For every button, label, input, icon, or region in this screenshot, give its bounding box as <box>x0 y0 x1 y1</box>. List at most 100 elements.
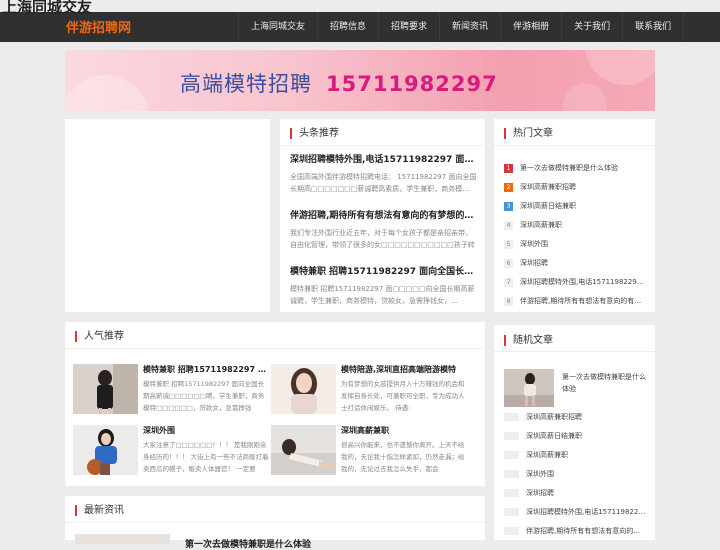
featured-image-slot[interactable] <box>65 119 270 312</box>
nav-item-about[interactable]: 关于我们 <box>561 12 622 42</box>
hot-article-title[interactable]: 第一次去做模特兼职是什么体验 <box>520 163 618 173</box>
hot-article-title[interactable]: 深圳高薪兼职 <box>520 220 562 230</box>
headlines-panel: 头条推荐 深圳招聘模特外围,电话15711982297 面向全国长期高 全国高端… <box>280 119 485 312</box>
hot-article-item[interactable]: 7 深圳招聘模特外围,电话15711982297 面向全国长期高 <box>504 277 644 287</box>
hot-article-title[interactable]: 伴游招聘,期待所有有想法有意向的有梦想的女孩 <box>520 296 644 306</box>
hot-article-item[interactable]: 1 第一次去做模特兼职是什么体验 <box>504 163 644 173</box>
rank-badge: 3 <box>504 201 513 211</box>
rank-badge: 2 <box>504 182 513 192</box>
model-photo-image <box>73 425 138 475</box>
hot-article-title[interactable]: 深圳高薪日结兼职 <box>520 201 576 211</box>
popular-heading: 人气推荐 <box>75 331 124 342</box>
divider <box>280 145 485 146</box>
random-article-title[interactable]: 深圳外围 <box>526 469 554 479</box>
model-photo-image <box>73 364 138 414</box>
site-logo[interactable]: 伴游招聘网 <box>66 17 131 36</box>
headline-item[interactable]: 伴游招聘,期待所有有想法有意向的有梦想的女孩 我们专注外围行业近五年，对于每个女… <box>290 208 478 251</box>
popular-thumbnail[interactable] <box>73 364 138 414</box>
popular-thumbnail[interactable] <box>73 425 138 475</box>
nav-item-news[interactable]: 新闻资讯 <box>439 12 500 42</box>
hot-article-item[interactable]: 3 深圳高薪日结兼职 <box>504 201 644 211</box>
rank-badge: 5 <box>504 239 513 249</box>
rank-badge: 8 <box>504 296 513 306</box>
popular-desc: 大家注意了□□□□□□！！！ 是我刚刚亲身经历的！！！ 大街上有一些不法商贩打着… <box>143 441 269 473</box>
random-article-item[interactable]: 深圳招聘模特外围,电话15711982297 面向全国长期高 <box>504 507 646 517</box>
popular-item[interactable]: 深圳高薪兼职 很高兴你能来，也不遗憾你离开。上天不给我的，无论我十指怎样紧扣，仍… <box>271 425 468 475</box>
divider <box>494 351 655 352</box>
nav-item-album[interactable]: 伴游相册 <box>500 12 561 42</box>
latest-news-thumbnail[interactable] <box>75 534 170 544</box>
popular-title[interactable]: 模特兼职 招聘15711982297 面向全国长期高薪诚聘 <box>143 364 270 375</box>
headlines-heading: 头条推荐 <box>290 128 339 139</box>
recruit-banner[interactable]: 高端模特招聘 15711982297 <box>65 50 655 111</box>
hot-article-title[interactable]: 深圳招聘 <box>520 258 548 268</box>
popular-desc: 为有梦想的女孩提供月入十万赚钱的机会和发挥自身长处，可兼职可全职，专为成功人士打… <box>341 380 465 412</box>
divider <box>65 348 485 349</box>
headline-desc: 模特兼职 招聘15711982297 面□□□□□向全国长期高薪诚聘，学生兼职，… <box>290 285 475 305</box>
popular-panel: 人气推荐 模特兼职 招聘15711982297 面向全国长期高薪诚聘 模特兼职 … <box>65 322 485 486</box>
random-article-title[interactable]: 深圳招聘 <box>526 488 554 498</box>
banner-phone: 15711982297 <box>326 72 498 96</box>
random-featured-article[interactable]: 第一次去做模特兼职是什么体验 <box>504 369 646 409</box>
headline-desc: 我们专注外围行业近五年，对于每个女孩子都是亲招亲带，自由化管理，带领了很多的女□… <box>290 229 475 249</box>
nav-item-home[interactable]: 上海同城交友 <box>238 12 317 42</box>
hot-article-item[interactable]: 2 深圳高薪兼职招聘 <box>504 182 644 192</box>
thumbnail-placeholder <box>504 527 519 535</box>
top-nav-bar: 伴游招聘网 上海同城交友 招聘信息 招聘要求 新闻资讯 伴游相册 关于我们 联系… <box>0 12 720 42</box>
thumbnail-placeholder <box>504 470 519 478</box>
hot-article-title[interactable]: 深圳外围 <box>520 239 548 249</box>
headline-title[interactable]: 伴游招聘,期待所有有想法有意向的有梦想的女孩 <box>290 208 478 221</box>
random-article-item[interactable]: 深圳招聘 <box>504 488 646 498</box>
rank-badge: 6 <box>504 258 513 268</box>
nav-item-contact[interactable]: 联系我们 <box>622 12 685 42</box>
hot-article-title[interactable]: 深圳高薪兼职招聘 <box>520 182 576 192</box>
nav-item-requirements[interactable]: 招聘要求 <box>378 12 439 42</box>
random-featured-title[interactable]: 第一次去做模特兼职是什么体验 <box>562 371 648 395</box>
divider <box>494 145 655 146</box>
hot-article-item[interactable]: 6 深圳招聘 <box>504 258 644 268</box>
latest-news-panel: 最新资讯 第一次去做模特兼职是什么体验 <box>65 496 485 550</box>
random-article-title[interactable]: 深圳高薪兼职 <box>526 450 568 460</box>
headline-desc: 全国高端外围伴游模特招聘电话： 15711982297 面向全国长期高□□□□□… <box>290 173 477 193</box>
popular-item[interactable]: 深圳外围 大家注意了□□□□□□！！！ 是我刚刚亲身经历的！！！ 大街上有一些不… <box>73 425 270 475</box>
random-article-item[interactable]: 深圳高薪兼职 <box>504 450 646 460</box>
random-articles-panel: 随机文章 第一次去做模特兼职是什么体验 深圳高薪兼职招聘 深圳高薪日结兼职 深圳… <box>494 325 655 540</box>
random-article-title[interactable]: 深圳招聘模特外围,电话15711982297 面向全国长期高 <box>526 507 646 517</box>
popular-item[interactable]: 模特兼职 招聘15711982297 面向全国长期高薪诚聘 模特兼职 招聘157… <box>73 364 270 414</box>
model-photo-image <box>271 364 336 414</box>
latest-news-heading: 最新资讯 <box>75 505 124 516</box>
divider <box>65 522 485 523</box>
popular-title[interactable]: 深圳外围 <box>143 425 270 436</box>
latest-news-title[interactable]: 第一次去做模特兼职是什么体验 <box>185 537 311 550</box>
popular-item[interactable]: 模特陪游,深圳直招高端陪游模特 为有梦想的女孩提供月入十万赚钱的机会和发挥自身长… <box>271 364 468 414</box>
random-featured-thumbnail[interactable] <box>504 369 554 407</box>
random-article-title[interactable]: 深圳高薪日结兼职 <box>526 431 582 441</box>
popular-title[interactable]: 模特陪游,深圳直招高端陪游模特 <box>341 364 468 375</box>
thumbnail-placeholder <box>504 489 519 497</box>
hot-article-item[interactable]: 5 深圳外围 <box>504 239 644 249</box>
random-article-item[interactable]: 深圳高薪兼职招聘 <box>504 412 646 422</box>
headline-item[interactable]: 深圳招聘模特外围,电话15711982297 面向全国长期高 全国高端外围伴游模… <box>290 152 478 195</box>
random-article-item[interactable]: 深圳高薪日结兼职 <box>504 431 646 441</box>
site-title: 上海同城交友 <box>2 0 93 16</box>
popular-thumbnail[interactable] <box>271 364 336 414</box>
popular-title[interactable]: 深圳高薪兼职 <box>341 425 468 436</box>
hot-articles-panel: 热门文章 1 第一次去做模特兼职是什么体验 2 深圳高薪兼职招聘 3 深圳高薪日结兼职… <box>494 119 655 312</box>
hot-article-item[interactable]: 8 伴游招聘,期待所有有想法有意向的有梦想的女孩 <box>504 296 644 306</box>
random-article-item[interactable]: 伴游招聘,期待所有有想法有意向的有梦想的女孩 <box>504 526 646 536</box>
thumbnail-placeholder <box>504 508 519 516</box>
thumbnail-placeholder <box>504 432 519 440</box>
headline-item[interactable]: 模特兼职 招聘15711982297 面向全国长期高薪诚聘 模特兼职 招聘157… <box>290 264 478 307</box>
nav-item-jobs[interactable]: 招聘信息 <box>317 12 378 42</box>
random-article-title[interactable]: 深圳高薪兼职招聘 <box>526 412 582 422</box>
hot-article-title[interactable]: 深圳招聘模特外围,电话15711982297 面向全国长期高 <box>520 277 644 287</box>
popular-desc: 模特兼职 招聘15711982297 面向全国长期高薪诚□□□□□□聘，学生兼职… <box>143 380 265 412</box>
banner-title: 高端模特招聘 <box>180 72 312 96</box>
hot-article-item[interactable]: 4 深圳高薪兼职 <box>504 220 644 230</box>
thumbnail-placeholder <box>504 451 519 459</box>
headline-title[interactable]: 深圳招聘模特外围,电话15711982297 面向全国长期高 <box>290 152 478 165</box>
random-article-item[interactable]: 深圳外围 <box>504 469 646 479</box>
random-article-title[interactable]: 伴游招聘,期待所有有想法有意向的有梦想的女孩 <box>526 526 646 536</box>
headline-title[interactable]: 模特兼职 招聘15711982297 面向全国长期高薪诚聘 <box>290 264 478 277</box>
popular-thumbnail[interactable] <box>271 425 336 475</box>
